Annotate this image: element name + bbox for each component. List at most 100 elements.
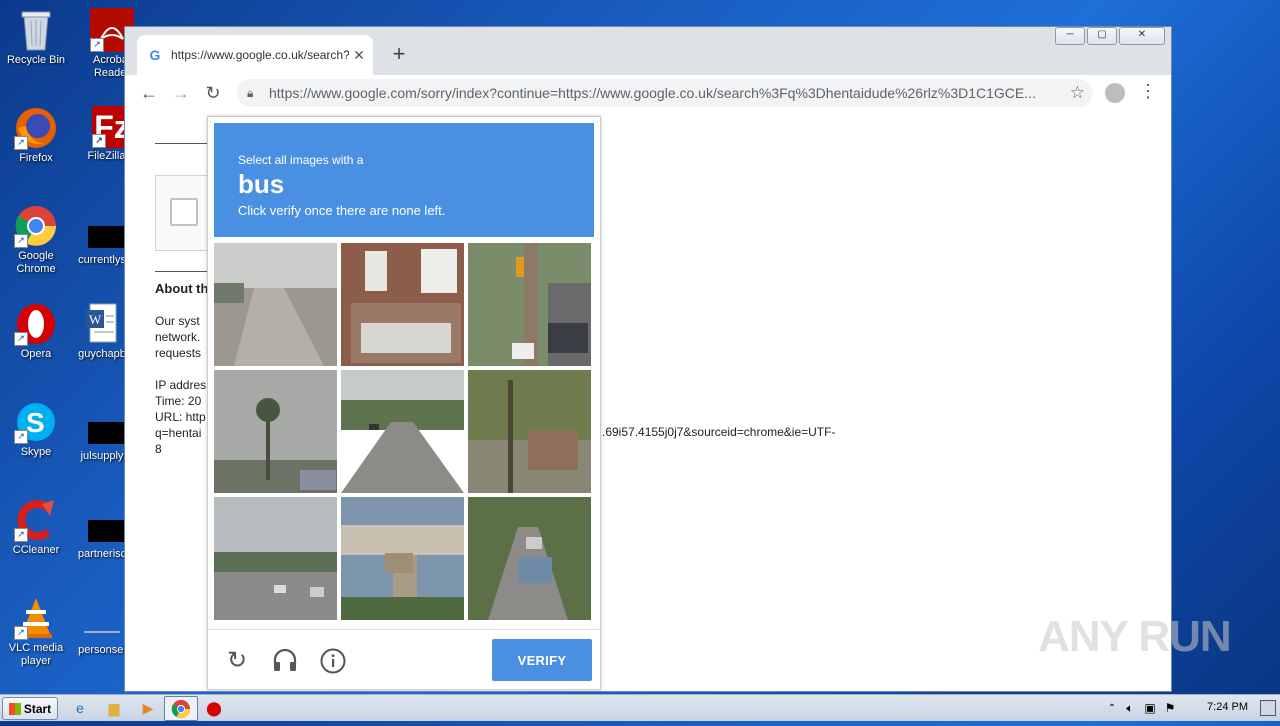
target-object: bus	[238, 169, 285, 199]
challenge-footer: ↻ VERIFY	[208, 629, 600, 690]
url-tail-text: .69i57.4155j0j7&sourceid=chrome&ie=UTF-	[602, 425, 836, 439]
new-tab-button[interactable]: +	[387, 41, 411, 67]
desktop-icon-label: VLC media player	[8, 642, 64, 667]
tab-title: https://www.google.co.uk/search?q	[171, 48, 349, 62]
ip-address-line: IP addres	[155, 378, 207, 392]
opera-taskbar-icon[interactable]: ⬤	[204, 698, 224, 718]
image-tile[interactable]	[468, 497, 591, 620]
shortcut-arrow-icon: ↗	[14, 528, 28, 542]
chrome-icon: ↗	[14, 204, 58, 248]
shortcut-arrow-icon: ↗	[14, 430, 28, 444]
recaptcha-checkbox[interactable]	[170, 198, 198, 226]
image-tile[interactable]	[468, 370, 591, 493]
redacted-icon	[88, 422, 124, 444]
query-line: q=hentai	[155, 426, 202, 440]
show-desktop-icon[interactable]	[1260, 700, 1276, 716]
image-tile[interactable]	[214, 370, 337, 493]
shortcut-arrow-icon: ↗	[14, 332, 28, 346]
browser-tab[interactable]: G https://www.google.co.uk/search?q ✕	[137, 35, 373, 75]
divider	[155, 271, 215, 272]
google-favicon-icon: G	[149, 47, 161, 63]
word-document-icon: W	[80, 302, 124, 346]
instruction-prefix: Select all images with a	[238, 153, 364, 167]
image-tile[interactable]	[214, 243, 337, 366]
desktop-icon-recycle-bin[interactable]: Recycle Bin	[0, 8, 76, 67]
explanation-text: Our syst network. requests	[155, 313, 215, 361]
window-controls: ─ ▢ ✕	[1055, 27, 1165, 45]
address-bar[interactable]: 🔒︎ https://www.google.com/sorry/index?co…	[237, 79, 1093, 107]
anyrun-watermark: ANY RUN	[1038, 612, 1232, 661]
text-line: requests	[155, 346, 202, 360]
system-tray: ⌃ 🔈︎ ▣ ⚑	[1104, 695, 1280, 721]
flag-icon[interactable]: ⚑	[1160, 701, 1180, 715]
minimize-button[interactable]: ─	[1055, 27, 1085, 45]
start-button[interactable]: Start	[2, 697, 58, 720]
profile-avatar-icon[interactable]	[1105, 83, 1125, 103]
windows-logo-icon	[8, 702, 21, 715]
shortcut-arrow-icon: ↗	[14, 136, 28, 150]
taskbar-clock[interactable]: 7:24 PM	[1207, 701, 1248, 713]
desktop-icon-label: Recycle Bin	[6, 54, 66, 66]
start-label: Start	[23, 701, 52, 716]
redacted-icon	[88, 520, 124, 542]
lock-icon: 🔒︎	[247, 85, 254, 100]
reload-button[interactable]: ↻	[201, 81, 225, 105]
text-line: Our syst	[155, 314, 200, 328]
svg-text:W: W	[89, 312, 102, 327]
chrome-taskbar-button[interactable]	[164, 696, 198, 721]
challenge-header: Select all images with a bus Click verif…	[214, 123, 594, 237]
vlc-icon: ↗	[14, 596, 58, 640]
image-tile[interactable]	[214, 497, 337, 620]
desktop-icon-firefox[interactable]: ↗ Firefox	[0, 106, 76, 165]
desktop-icon-label: Firefox	[19, 152, 53, 164]
browser-menu-icon[interactable]: ⋮	[1139, 81, 1157, 102]
taskbar: Start e ▆ ▶ ⬤ ⌃ 🔈︎ ▣ ⚑ 7:24 PM	[0, 694, 1280, 721]
chrome-icon	[171, 699, 191, 719]
verify-button[interactable]: VERIFY	[492, 639, 592, 681]
reload-icon[interactable]: ↻	[224, 648, 250, 674]
address-url: https://www.google.com/sorry/index?conti…	[269, 85, 1036, 101]
instruction-suffix: Click verify once there are none left.	[238, 203, 446, 218]
text-line: network.	[155, 330, 201, 344]
image-tile[interactable]	[341, 370, 464, 493]
recaptcha-challenge: Select all images with a bus Click verif…	[207, 116, 601, 690]
media-player-icon[interactable]: ▶	[138, 698, 158, 718]
shortcut-arrow-icon: ↗	[90, 38, 104, 52]
image-tile[interactable]	[468, 243, 591, 366]
divider	[155, 143, 215, 144]
close-window-button[interactable]: ✕	[1119, 27, 1165, 45]
text-line: 8	[155, 442, 162, 456]
image-grid	[214, 243, 594, 623]
redacted-icon	[88, 226, 124, 248]
recycle-bin-icon	[14, 8, 58, 52]
image-tile[interactable]	[341, 243, 464, 366]
file-explorer-icon[interactable]: ▆	[104, 698, 124, 718]
image-tile[interactable]	[341, 497, 464, 620]
skype-icon: S ↗	[14, 400, 58, 444]
firefox-icon: ↗	[14, 106, 58, 150]
bookmark-star-icon[interactable]: ☆	[1070, 83, 1085, 103]
headphones-icon[interactable]	[272, 648, 298, 674]
shortcut-arrow-icon: ↗	[14, 626, 28, 640]
internet-explorer-icon[interactable]: e	[70, 698, 90, 718]
ccleaner-icon: ↗	[14, 498, 58, 542]
opera-icon: ↗	[14, 302, 58, 346]
desktop-icon-label: Google Chrome	[16, 250, 56, 275]
browser-toolbar: ← → ↻ 🔒︎ https://www.google.com/sorry/in…	[125, 75, 1171, 112]
restore-button[interactable]: ▢	[1087, 27, 1117, 45]
shortcut-arrow-icon: ↗	[14, 234, 28, 248]
network-icon[interactable]: ▣	[1140, 701, 1160, 715]
about-heading: About th	[155, 281, 209, 296]
document-icon	[80, 622, 124, 642]
shortcut-arrow-icon: ↗	[92, 134, 106, 148]
time-line: Time: 20	[155, 394, 202, 408]
info-icon[interactable]	[320, 648, 346, 674]
request-info: IP addres Time: 20 URL: http q=hentai 8	[155, 377, 215, 457]
svg-text:S: S	[26, 407, 45, 438]
forward-button[interactable]: →	[169, 81, 193, 105]
back-button[interactable]: ←	[137, 81, 161, 105]
tab-close-icon[interactable]: ✕	[351, 47, 367, 64]
volume-icon[interactable]: 🔈︎	[1120, 701, 1140, 716]
tray-expand-icon[interactable]: ⌃	[1104, 703, 1120, 714]
url-line: URL: http	[155, 410, 206, 424]
